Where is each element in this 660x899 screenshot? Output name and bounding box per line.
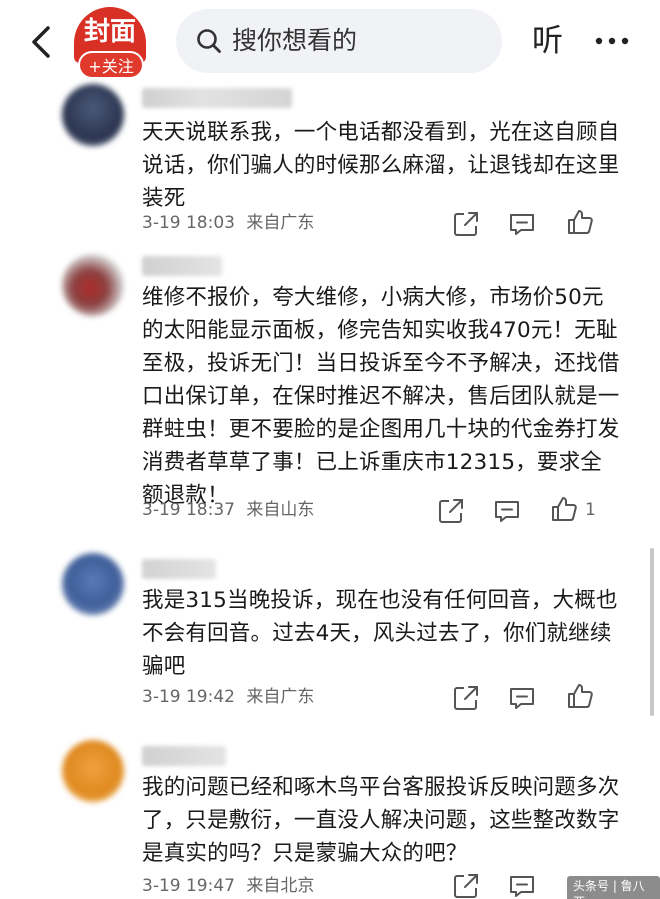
comment-text: 我的问题已经和啄木鸟平台客服投诉反映问题多次了，只是敷衍，一直没人解决问题，这些… bbox=[142, 775, 620, 866]
comment-location: 来自山东 bbox=[246, 500, 315, 520]
comment-location: 来自北京 bbox=[246, 876, 315, 896]
search-icon bbox=[197, 29, 221, 53]
search-placeholder: 搜你想看的 bbox=[232, 26, 358, 55]
share-icon[interactable] bbox=[452, 684, 480, 712]
back-arrow-icon[interactable] bbox=[26, 24, 56, 60]
avatar[interactable] bbox=[62, 254, 124, 316]
share-icon[interactable] bbox=[452, 872, 480, 899]
scrollbar[interactable] bbox=[650, 548, 654, 716]
comment-text: 天天说联系我，一个电话都没看到，光在这自顾自说话，你们骗人的时候那么麻溜，让退钱… bbox=[142, 120, 620, 211]
username-blurred[interactable] bbox=[142, 88, 292, 108]
avatar[interactable] bbox=[62, 84, 124, 146]
search-input[interactable]: 搜你想看的 bbox=[176, 9, 502, 73]
like-icon[interactable] bbox=[566, 682, 594, 710]
comment-meta: 3-19 18:37 来自山东 bbox=[142, 498, 320, 522]
like-count: 1 bbox=[585, 500, 596, 520]
reply-icon[interactable] bbox=[508, 872, 536, 899]
username-blurred[interactable] bbox=[142, 256, 222, 276]
username-blurred[interactable] bbox=[142, 746, 226, 766]
comment-meta: 3-19 19:47 来自北京 bbox=[142, 874, 320, 898]
comment-meta: 3-19 19:42 来自广东 bbox=[142, 685, 320, 709]
comment-date: 3-19 19:42 bbox=[142, 687, 235, 707]
like-icon[interactable] bbox=[566, 208, 594, 236]
comment-text: 维修不报价，夸大维修，小病大修，市场价50元的太阳能显示面板，修完告知实收我47… bbox=[142, 285, 620, 508]
watermark: 头条号 | 鲁八两 bbox=[567, 876, 660, 899]
reply-icon[interactable] bbox=[508, 210, 536, 238]
reply-icon[interactable] bbox=[493, 497, 521, 525]
share-icon[interactable] bbox=[437, 497, 465, 525]
share-icon[interactable] bbox=[452, 210, 480, 238]
more-options-icon[interactable] bbox=[594, 36, 630, 46]
avatar[interactable] bbox=[62, 553, 124, 615]
comment-text: 我是315当晚投诉，现在也没有任何回音，大概也不会有回音。过去4天，风头过去了，… bbox=[142, 588, 618, 679]
top-bar: 封面 +关注 搜你想看的 听 bbox=[0, 0, 660, 86]
comment-date: 3-19 18:03 bbox=[142, 213, 235, 233]
like-icon[interactable] bbox=[550, 495, 578, 523]
comment-location: 来自广东 bbox=[246, 687, 315, 707]
avatar[interactable] bbox=[62, 740, 124, 802]
comment-location: 来自广东 bbox=[246, 213, 315, 233]
follow-button[interactable]: +关注 bbox=[78, 51, 144, 79]
reply-icon[interactable] bbox=[508, 684, 536, 712]
listen-button[interactable]: 听 bbox=[532, 19, 563, 63]
comment-date: 3-19 19:47 bbox=[142, 876, 235, 896]
comment-meta: 3-19 18:03 来自广东 bbox=[142, 211, 320, 235]
comment-date: 3-19 18:37 bbox=[142, 500, 235, 520]
publisher-avatar[interactable]: 封面 +关注 bbox=[74, 7, 146, 79]
username-blurred[interactable] bbox=[142, 559, 216, 579]
